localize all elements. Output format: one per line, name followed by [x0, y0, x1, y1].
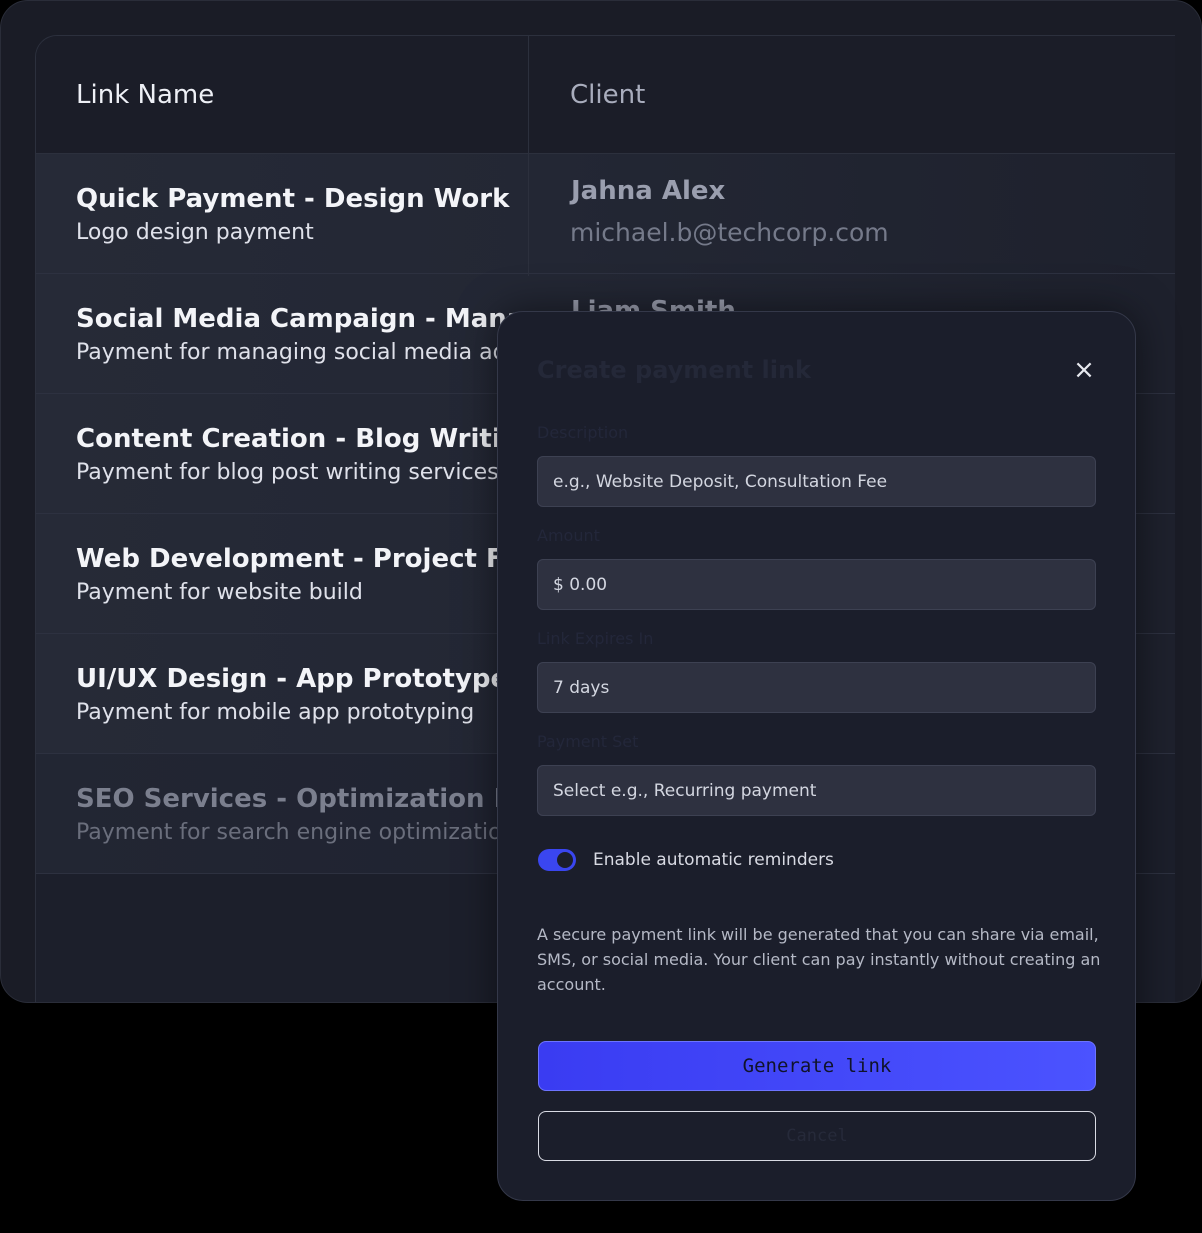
- link-subtitle: Logo design payment: [76, 220, 314, 245]
- link-subtitle: Payment for search engine optimization: [76, 820, 516, 845]
- column-header-client[interactable]: Client: [570, 80, 645, 110]
- modal-title: Create payment link: [537, 356, 812, 384]
- client-email: michael.b@techcorp.com: [570, 218, 889, 247]
- link-title: Web Development - Project Fee: [76, 544, 538, 574]
- link-subtitle: Payment for website build: [76, 580, 363, 605]
- payment-type-select[interactable]: Select e.g., Recurring payment: [537, 765, 1096, 816]
- link-title: Quick Payment - Design Work: [76, 184, 510, 214]
- table-row[interactable]: Quick Payment - Design Work Logo design …: [36, 154, 1175, 274]
- link-title: Content Creation - Blog Writing: [76, 424, 538, 454]
- link-title: SEO Services - Optimization Fee: [76, 784, 546, 814]
- link-subtitle: Payment for blog post writing services: [76, 460, 499, 485]
- column-divider: [528, 36, 529, 276]
- cancel-button[interactable]: Cancel: [538, 1111, 1096, 1161]
- toggle-knob: [557, 852, 573, 868]
- generate-link-button[interactable]: Generate link: [538, 1041, 1096, 1091]
- create-payment-link-modal: Create payment link × Description e.g., …: [497, 311, 1136, 1201]
- column-header-link-name[interactable]: Link Name: [76, 80, 214, 110]
- link-subtitle: Payment for mobile app prototyping: [76, 700, 475, 725]
- expires-label: Link Expires In: [537, 629, 654, 648]
- close-icon[interactable]: ×: [1070, 356, 1098, 384]
- reminders-label: Enable automatic reminders: [593, 850, 834, 870]
- client-name: Jahna Alex: [571, 176, 726, 206]
- table-header: Link Name Client: [36, 36, 1175, 154]
- link-title: UI/UX Design - App Prototype: [76, 664, 509, 694]
- amount-label: Amount: [537, 526, 600, 545]
- info-text: A secure payment link will be generated …: [537, 925, 1101, 994]
- description-input[interactable]: e.g., Website Deposit, Consultation Fee: [537, 456, 1096, 507]
- reminders-toggle[interactable]: [538, 849, 576, 871]
- amount-input[interactable]: $ 0.00: [537, 559, 1096, 610]
- link-subtitle: Payment for managing social media ads: [76, 340, 519, 365]
- payment-type-label: Payment Set: [537, 732, 639, 751]
- expires-select[interactable]: 7 days: [537, 662, 1096, 713]
- description-label: Description: [537, 423, 629, 442]
